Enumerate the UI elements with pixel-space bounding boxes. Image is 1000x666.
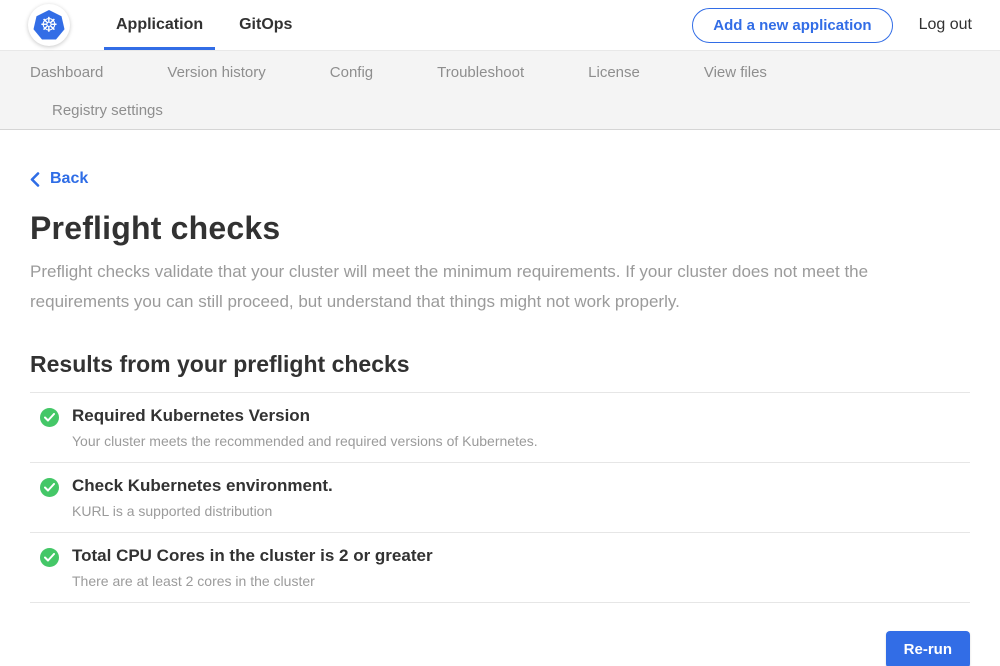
check-title: Required Kubernetes Version bbox=[72, 406, 538, 426]
subnav-item-version-history[interactable]: Version history bbox=[167, 64, 265, 81]
checkmark-glyph bbox=[44, 553, 55, 562]
logout-link[interactable]: Log out bbox=[919, 16, 972, 34]
page-description: Preflight checks validate that your clus… bbox=[30, 257, 970, 317]
check-pass-icon bbox=[40, 478, 59, 497]
checkmark-glyph bbox=[44, 483, 55, 492]
check-title: Total CPU Cores in the cluster is 2 or g… bbox=[72, 546, 433, 566]
primary-tabs: Application GitOps bbox=[104, 0, 316, 50]
kubernetes-logo[interactable]: ☸ bbox=[28, 4, 70, 46]
subnav-item-dashboard[interactable]: Dashboard bbox=[30, 64, 103, 81]
check-title: Check Kubernetes environment. bbox=[72, 476, 333, 496]
check-detail: Your cluster meets the recommended and r… bbox=[72, 433, 538, 449]
kubernetes-logo-icon: ☸ bbox=[32, 8, 66, 42]
chevron-left-icon bbox=[30, 172, 40, 187]
checkmark-glyph bbox=[44, 413, 55, 422]
check-body: Check Kubernetes environment. KURL is a … bbox=[72, 476, 333, 519]
check-pass-icon bbox=[40, 408, 59, 427]
check-detail: KURL is a supported distribution bbox=[72, 503, 333, 519]
subnav-item-view-files[interactable]: View files bbox=[704, 64, 767, 81]
preflight-page: Back Preflight checks Preflight checks v… bbox=[0, 130, 1000, 603]
subnav-item-config[interactable]: Config bbox=[330, 64, 373, 81]
check-item-kubernetes-environment: Check Kubernetes environment. KURL is a … bbox=[30, 463, 970, 533]
check-pass-icon bbox=[40, 548, 59, 567]
footer-actions: Re-run bbox=[0, 603, 1000, 666]
subnav-row-1: Dashboard Version history Config Trouble… bbox=[30, 53, 970, 91]
add-application-button[interactable]: Add a new application bbox=[692, 8, 892, 43]
page-title: Preflight checks bbox=[30, 210, 970, 247]
subnav-row-2: Registry settings bbox=[30, 91, 970, 129]
check-body: Required Kubernetes Version Your cluster… bbox=[72, 406, 538, 449]
subnav-item-troubleshoot[interactable]: Troubleshoot bbox=[437, 64, 524, 81]
svg-text:☸: ☸ bbox=[40, 13, 58, 37]
results-heading: Results from your preflight checks bbox=[30, 351, 970, 378]
check-item-cpu-cores: Total CPU Cores in the cluster is 2 or g… bbox=[30, 533, 970, 603]
check-detail: There are at least 2 cores in the cluste… bbox=[72, 573, 433, 589]
back-link-label: Back bbox=[50, 170, 88, 188]
tab-gitops[interactable]: GitOps bbox=[227, 0, 304, 50]
top-navbar: ☸ Application GitOps Add a new applicati… bbox=[0, 0, 1000, 50]
subnav-item-license[interactable]: License bbox=[588, 64, 640, 81]
app-subnav: Dashboard Version history Config Trouble… bbox=[0, 50, 1000, 130]
rerun-button[interactable]: Re-run bbox=[886, 631, 970, 666]
check-body: Total CPU Cores in the cluster is 2 or g… bbox=[72, 546, 433, 589]
topnav-right: Add a new application Log out bbox=[692, 8, 972, 43]
subnav-item-registry-settings[interactable]: Registry settings bbox=[52, 102, 163, 119]
preflight-results-list: Required Kubernetes Version Your cluster… bbox=[30, 392, 970, 603]
back-link[interactable]: Back bbox=[30, 170, 88, 188]
tab-application[interactable]: Application bbox=[104, 0, 215, 50]
check-item-kubernetes-version: Required Kubernetes Version Your cluster… bbox=[30, 393, 970, 463]
